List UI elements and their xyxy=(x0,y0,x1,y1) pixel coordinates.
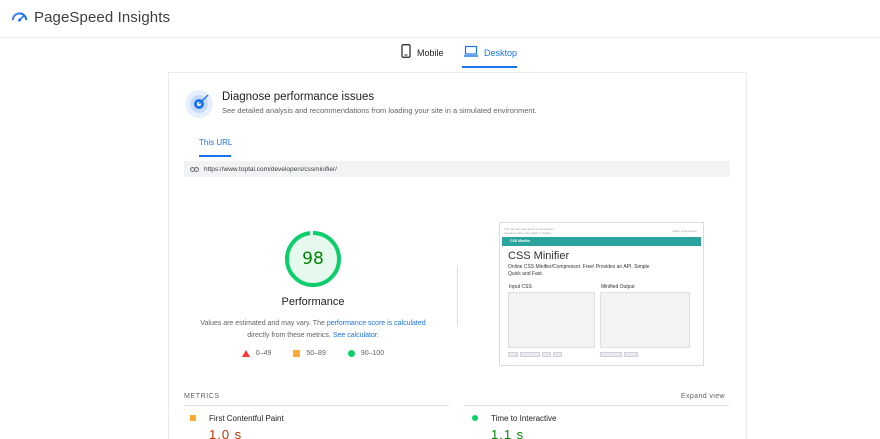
expand-view-toggle[interactable]: Expand view xyxy=(681,393,725,400)
score-legend: 0–49 50–89 90–100 xyxy=(169,350,457,357)
tab-desktop-label: Desktop xyxy=(484,48,518,58)
url-bar: https://www.toptal.com/developers/cssmin… xyxy=(184,161,730,177)
square-icon xyxy=(293,350,301,357)
device-tabs: Mobile Desktop xyxy=(0,44,880,70)
diagnose-target-icon xyxy=(185,90,213,118)
circle-icon xyxy=(472,415,478,421)
metrics-heading: METRICS xyxy=(184,393,220,400)
top-bar: PageSpeed Insights xyxy=(0,0,880,38)
screenshot-top-text: The top free resources for developers fr… xyxy=(504,227,555,235)
legend-average-range: 50–89 xyxy=(306,350,326,357)
tab-desktop-underline xyxy=(462,66,517,68)
brand[interactable]: PageSpeed Insights xyxy=(11,9,170,26)
screenshot-description: Online CSS Minifier/Compressor. Free! Pr… xyxy=(508,264,650,277)
performance-label: Performance xyxy=(281,296,345,308)
screenshot-input-box xyxy=(508,292,595,348)
phone-icon xyxy=(401,44,411,58)
screenshot-button xyxy=(508,352,518,357)
screenshot-button xyxy=(600,352,622,357)
performance-score: 98 xyxy=(302,249,324,269)
link-icon xyxy=(190,166,199,172)
legend-fail-range: 0–49 xyxy=(255,350,272,357)
diagnose-subtitle: See detailed analysis and recommendation… xyxy=(222,106,537,115)
note-prefix: Values are estimated and may vary. The xyxy=(200,320,327,327)
screenshot-button xyxy=(542,352,551,357)
tab-this-url-underline xyxy=(199,155,231,157)
final-screenshot[interactable]: The top free resources for developers fr… xyxy=(499,222,704,366)
screenshot-nav: CSS Minifier xyxy=(502,237,701,246)
see-calculator-link[interactable]: See calculator. xyxy=(333,332,379,339)
screenshot-output-box xyxy=(600,292,690,348)
results-card: Diagnose performance issues See detailed… xyxy=(168,72,747,439)
metric-value: 1.0 s xyxy=(209,427,243,439)
legend-average: 50–89 xyxy=(293,350,326,357)
note-middle: directly from these metrics. xyxy=(247,332,333,339)
score-calculated-link[interactable]: performance score is calculated xyxy=(327,320,426,327)
metrics-divider xyxy=(464,405,729,406)
circle-icon xyxy=(347,350,355,357)
screenshot-top-right: Refer a Developer xyxy=(672,229,697,233)
square-icon xyxy=(190,415,196,421)
legend-pass: 90–100 xyxy=(347,350,385,357)
app-title: PageSpeed Insights xyxy=(34,9,171,26)
performance-gauge: 98 xyxy=(284,230,342,288)
tab-mobile[interactable]: Mobile xyxy=(401,44,444,70)
screenshot-output-label: Minified Output xyxy=(601,284,635,290)
vertical-divider xyxy=(457,266,458,326)
screenshot-nav-title: CSS Minifier xyxy=(510,239,531,243)
metric-value: 1.1 s xyxy=(491,427,525,439)
laptop-icon xyxy=(464,45,478,57)
legend-fail: 0–49 xyxy=(241,350,272,357)
screenshot-page-title: CSS Minifier xyxy=(508,250,570,262)
tab-mobile-label: Mobile xyxy=(417,48,444,58)
triangle-icon xyxy=(241,350,250,357)
screenshot-input-label: Input CSS xyxy=(509,284,532,290)
screenshot-button xyxy=(553,352,562,357)
pagespeed-logo-icon xyxy=(11,11,28,22)
screenshot-button xyxy=(624,352,638,357)
tab-desktop[interactable]: Desktop xyxy=(462,44,518,70)
screenshot-button xyxy=(520,352,540,357)
analyzed-url: https://www.toptal.com/developers/cssmin… xyxy=(204,165,337,173)
metric-name: First Contentful Paint xyxy=(209,414,284,423)
metrics-divider xyxy=(184,405,449,406)
performance-note: Values are estimated and may vary. The p… xyxy=(191,318,435,342)
legend-pass-range: 90–100 xyxy=(360,350,385,357)
tab-this-url[interactable]: This URL xyxy=(199,138,232,147)
diagnose-title: Diagnose performance issues xyxy=(222,91,375,103)
metric-name: Time to Interactive xyxy=(491,414,557,423)
